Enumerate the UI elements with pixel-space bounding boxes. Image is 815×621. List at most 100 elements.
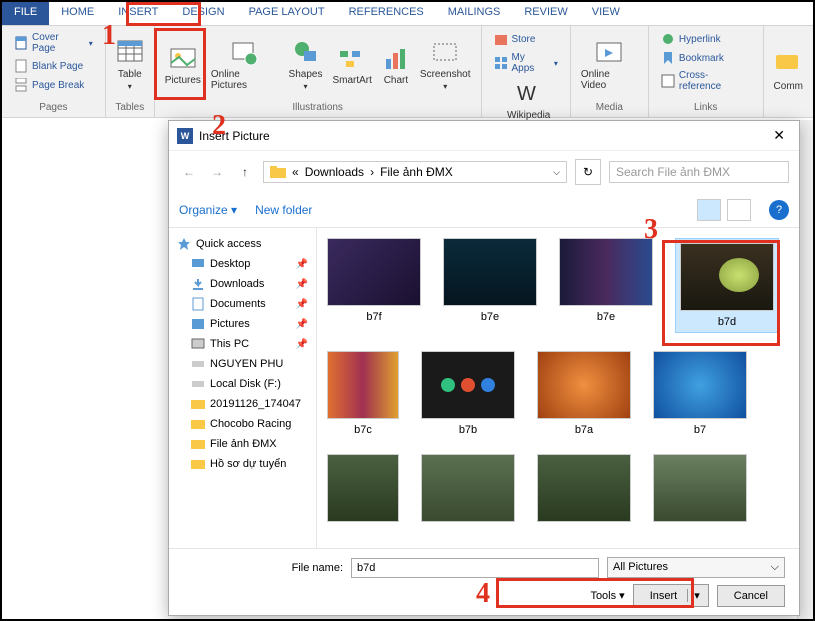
folder-icon [191, 457, 205, 471]
group-label-links: Links [694, 102, 717, 115]
tree-pictures[interactable]: Pictures📌 [173, 314, 312, 334]
myapps-button[interactable]: My Apps▾ [490, 50, 562, 76]
drive-icon [191, 377, 205, 391]
online-pictures-button[interactable]: Online Pictures [207, 28, 283, 102]
table-button[interactable]: Table▾ [112, 28, 148, 102]
apps-icon [494, 56, 508, 70]
cover-page-button[interactable]: Cover Page▾ [10, 30, 97, 56]
chart-button[interactable]: Chart [378, 28, 414, 102]
file-b7c[interactable]: b7c [327, 351, 399, 436]
pictures-icon [169, 45, 197, 73]
table-icon [116, 39, 144, 67]
desktop-icon [191, 257, 205, 271]
tab-mailings[interactable]: MAILINGS [436, 2, 513, 25]
organize-button[interactable]: Organize ▾ [179, 203, 237, 217]
folder-tree: Quick access Desktop📌 Downloads📌 Documen… [169, 228, 317, 548]
breadcrumb-current[interactable]: File ảnh ĐMX [380, 165, 453, 179]
back-button[interactable]: ← [179, 162, 199, 182]
bookmark-button[interactable]: Bookmark [657, 49, 755, 67]
cancel-button[interactable]: Cancel [717, 585, 785, 607]
file-b7a[interactable]: b7a [537, 351, 631, 436]
file-b7e-1[interactable]: b7e [443, 238, 537, 333]
tools-button[interactable]: Tools ▾ [590, 589, 624, 602]
document-icon [191, 297, 205, 311]
ribbon: Cover Page▾ Blank Page Page Break Pages … [2, 26, 813, 118]
tab-file[interactable]: FILE [2, 2, 49, 25]
blank-page-icon [14, 59, 28, 73]
smartart-button[interactable]: SmartArt [328, 28, 375, 102]
pictures-folder-icon [191, 317, 205, 331]
group-label-tables: Tables [115, 102, 144, 115]
view-thumbnails-button[interactable] [697, 199, 721, 221]
filename-label: File name: [183, 562, 343, 574]
insert-picture-dialog: W Insert Picture ✕ ← → ↑ « Downloads› Fi… [168, 120, 800, 616]
tree-hoso[interactable]: Hồ sơ dự tuyển [173, 454, 312, 474]
refresh-button[interactable]: ↻ [575, 159, 601, 185]
screenshot-button[interactable]: Screenshot▾ [416, 28, 475, 102]
group-addins: Store My Apps▾ WWikipedia Add-ins [482, 26, 571, 117]
forward-button[interactable]: → [207, 162, 227, 182]
group-label-media: Media [596, 102, 623, 115]
tab-insert[interactable]: INSERT [106, 2, 170, 25]
word-icon: W [177, 128, 193, 144]
up-button[interactable]: ↑ [235, 162, 255, 182]
tree-nguyen[interactable]: NGUYEN PHU [173, 354, 312, 374]
tree-chocobo[interactable]: Chocobo Racing [173, 414, 312, 434]
folder-icon [191, 397, 205, 411]
file-row3-4[interactable] [653, 454, 747, 522]
breadcrumb-downloads[interactable]: Downloads [305, 165, 364, 179]
group-media: Online Video Media [571, 26, 649, 117]
pictures-button[interactable]: Pictures [161, 28, 205, 102]
file-b7d[interactable]: b7d [675, 238, 779, 333]
tab-references[interactable]: REFERENCES [337, 2, 436, 25]
tab-design[interactable]: DESIGN [170, 2, 236, 25]
tree-fileanh[interactable]: File ảnh ĐMX [173, 434, 312, 454]
search-input[interactable]: Search File ảnh ĐMX [609, 161, 789, 183]
page-break-icon [14, 78, 28, 92]
file-b7[interactable]: b7 [653, 351, 747, 436]
close-button[interactable]: ✕ [767, 127, 791, 144]
tree-this-pc[interactable]: This PC📌 [173, 334, 312, 354]
filename-input[interactable] [351, 558, 599, 578]
ribbon-tabs: FILE HOME INSERT DESIGN PAGE LAYOUT REFE… [2, 2, 813, 26]
online-video-button[interactable]: Online Video [577, 28, 642, 102]
insert-button[interactable]: Insert▾ [633, 584, 709, 607]
cross-reference-button[interactable]: Cross-reference [657, 68, 755, 94]
file-row3-1[interactable] [327, 454, 399, 522]
page-break-button[interactable]: Page Break [10, 76, 97, 94]
pin-icon: 📌 [296, 319, 308, 330]
tab-page-layout[interactable]: PAGE LAYOUT [237, 2, 337, 25]
online-pictures-icon [231, 39, 259, 67]
blank-page-button[interactable]: Blank Page [10, 57, 97, 75]
store-button[interactable]: Store [490, 30, 562, 48]
tree-desktop[interactable]: Desktop📌 [173, 254, 312, 274]
shapes-button[interactable]: Shapes▾ [285, 28, 327, 102]
file-b7e-2[interactable]: b7e [559, 238, 653, 333]
file-row3-2[interactable] [421, 454, 515, 522]
tree-quick-access[interactable]: Quick access [173, 234, 312, 254]
breadcrumb[interactable]: « Downloads› File ảnh ĐMX ⌵ [263, 161, 567, 183]
tab-view[interactable]: VIEW [580, 2, 632, 25]
tab-review[interactable]: REVIEW [512, 2, 579, 25]
drive-icon [191, 357, 205, 371]
file-b7b[interactable]: b7b [421, 351, 515, 436]
dialog-toolbar: Organize ▾ New folder ? [169, 193, 799, 228]
tab-home[interactable]: HOME [49, 2, 106, 25]
dialog-nav: ← → ↑ « Downloads› File ảnh ĐMX ⌵ ↻ Sear… [169, 151, 799, 193]
view-details-button[interactable] [727, 199, 751, 221]
file-b7f[interactable]: b7f [327, 238, 421, 333]
new-folder-button[interactable]: New folder [255, 203, 312, 217]
tree-downloads[interactable]: Downloads📌 [173, 274, 312, 294]
pin-icon: 📌 [296, 299, 308, 310]
tree-documents[interactable]: Documents📌 [173, 294, 312, 314]
tree-local-disk[interactable]: Local Disk (F:) [173, 374, 312, 394]
comment-button[interactable]: Comm [770, 28, 807, 115]
wikipedia-button[interactable]: WWikipedia [503, 78, 554, 123]
file-type-combo[interactable]: All Pictures⌵ [607, 557, 785, 578]
hyperlink-button[interactable]: Hyperlink [657, 30, 755, 48]
tree-20191126[interactable]: 20191126_174047 [173, 394, 312, 414]
chevron-down-icon[interactable]: ⌵ [553, 167, 560, 178]
chevron-down-icon[interactable]: ▾ [687, 589, 700, 602]
help-button[interactable]: ? [769, 200, 789, 220]
file-row3-3[interactable] [537, 454, 631, 522]
